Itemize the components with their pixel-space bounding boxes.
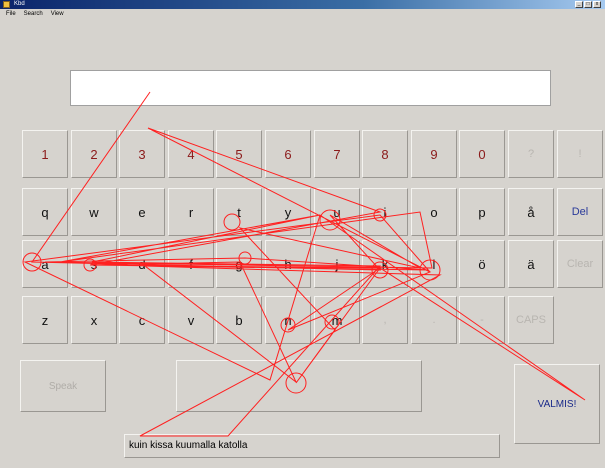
key-1-1[interactable]: w <box>71 188 117 236</box>
key-2-4[interactable]: g <box>216 240 262 288</box>
space-key[interactable] <box>176 360 422 412</box>
key-3-10[interactable]: CAPS <box>508 296 554 344</box>
menu-bar: File Search View <box>0 9 605 19</box>
key-0-2[interactable]: 3 <box>119 130 165 178</box>
target-phrase: kuin kissa kuumalla katolla <box>129 440 248 451</box>
key-2-7[interactable]: k <box>362 240 408 288</box>
key-3-2[interactable]: c <box>119 296 165 344</box>
key-1-5[interactable]: y <box>265 188 311 236</box>
key-2-3[interactable]: f <box>168 240 214 288</box>
key-0-9[interactable]: 0 <box>459 130 505 178</box>
app-window: Kbd _ □ x File Search View 1 2 3 4 5 6 7 8 9 0?! q… <box>0 0 605 468</box>
key-0-3[interactable]: 4 <box>168 130 214 178</box>
maximize-button[interactable]: □ <box>584 1 592 8</box>
close-button[interactable]: x <box>593 1 601 8</box>
window-title: Kbd <box>14 1 25 7</box>
key-3-6[interactable]: m <box>314 296 360 344</box>
target-phrase-box: kuin kissa kuumalla katolla <box>124 434 500 458</box>
key-0-5[interactable]: 6 <box>265 130 311 178</box>
key-1-10[interactable]: å <box>508 188 554 236</box>
key-1-8[interactable]: o <box>411 188 457 236</box>
title-bar: Kbd _ □ x <box>0 0 605 9</box>
done-button[interactable]: VALMIS! <box>514 364 600 444</box>
key-0-0[interactable]: 1 <box>22 130 68 178</box>
key-2-5[interactable]: h <box>265 240 311 288</box>
menu-file[interactable]: File <box>6 9 16 19</box>
key-2-11[interactable]: Clear <box>557 240 603 288</box>
key-1-9[interactable]: p <box>459 188 505 236</box>
key-0-11[interactable]: ! <box>557 130 603 178</box>
key-3-1[interactable]: x <box>71 296 117 344</box>
key-0-10[interactable]: ? <box>508 130 554 178</box>
key-1-4[interactable]: t <box>216 188 262 236</box>
key-2-8[interactable]: l <box>411 240 457 288</box>
key-0-8[interactable]: 9 <box>411 130 457 178</box>
key-1-11[interactable]: Del <box>557 188 603 236</box>
key-3-4[interactable]: b <box>216 296 262 344</box>
speak-button[interactable]: Speak <box>20 360 106 412</box>
menu-view[interactable]: View <box>51 9 64 19</box>
key-2-10[interactable]: ä <box>508 240 554 288</box>
key-0-4[interactable]: 5 <box>216 130 262 178</box>
key-3-9[interactable]: - <box>459 296 505 344</box>
key-1-3[interactable]: r <box>168 188 214 236</box>
key-1-6[interactable]: u <box>314 188 360 236</box>
key-3-7[interactable]: , <box>362 296 408 344</box>
key-1-0[interactable]: q <box>22 188 68 236</box>
menu-search[interactable]: Search <box>24 9 43 19</box>
key-2-6[interactable]: j <box>314 240 360 288</box>
key-0-6[interactable]: 7 <box>314 130 360 178</box>
key-2-0[interactable]: a <box>22 240 68 288</box>
app-icon <box>3 1 10 8</box>
key-1-2[interactable]: e <box>119 188 165 236</box>
key-2-1[interactable]: s <box>71 240 117 288</box>
key-3-5[interactable]: n <box>265 296 311 344</box>
key-3-0[interactable]: z <box>22 296 68 344</box>
window-controls: _ □ x <box>575 1 601 8</box>
key-1-7[interactable]: i <box>362 188 408 236</box>
key-2-9[interactable]: ö <box>459 240 505 288</box>
key-3-3[interactable]: v <box>168 296 214 344</box>
key-3-8[interactable]: . <box>411 296 457 344</box>
text-input[interactable] <box>70 70 551 106</box>
key-0-1[interactable]: 2 <box>71 130 117 178</box>
minimize-button[interactable]: _ <box>575 1 583 8</box>
key-0-7[interactable]: 8 <box>362 130 408 178</box>
key-2-2[interactable]: d <box>119 240 165 288</box>
